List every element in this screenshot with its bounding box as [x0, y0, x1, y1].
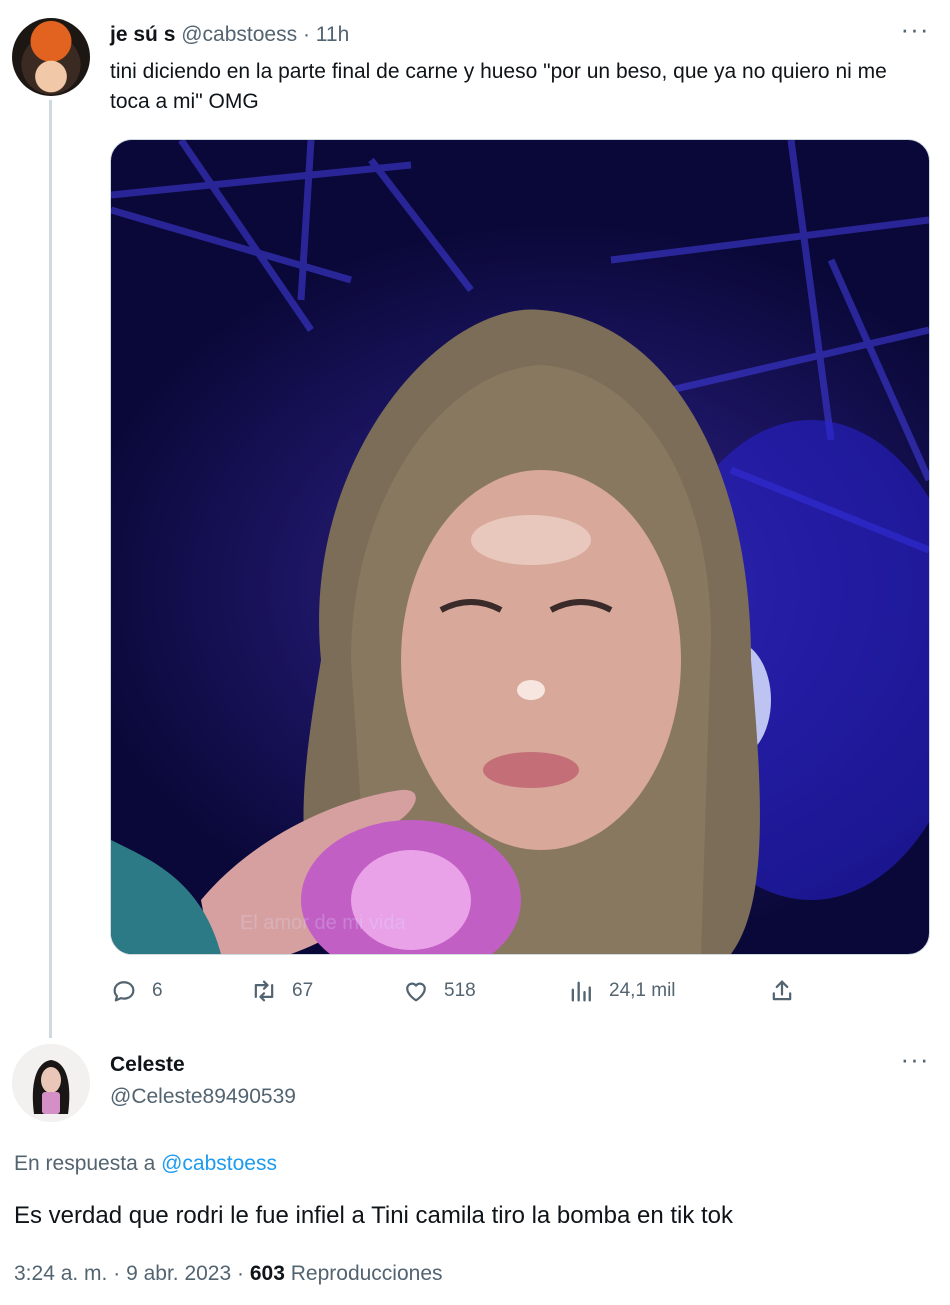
- tweet-time[interactable]: 3:24 a. m.: [14, 1262, 107, 1285]
- more-options-icon[interactable]: ···: [898, 1046, 932, 1078]
- heart-icon: [406, 982, 426, 1002]
- user-handle[interactable]: @cabstoess: [181, 23, 297, 46]
- reply-icon: [113, 981, 135, 1002]
- tweet-metadata: 3:24 a. m. · 9 abr. 2023 · 603 Reproducc…: [14, 1260, 443, 1288]
- separator-dot: ·: [302, 23, 310, 46]
- display-name[interactable]: Celeste: [110, 1051, 185, 1079]
- tweet-date[interactable]: 9 abr. 2023: [126, 1262, 231, 1285]
- thread-connector-line: [49, 100, 52, 1038]
- retweet-button[interactable]: 67: [250, 974, 313, 1008]
- tweet-header: je sú s @cabstoess · 11h: [110, 20, 349, 50]
- replying-to-label: En respuesta a: [14, 1152, 162, 1175]
- share-button[interactable]: [768, 974, 810, 1008]
- separator-dot: ·: [237, 1262, 245, 1285]
- retweet-count: 67: [292, 980, 314, 1001]
- more-options-icon[interactable]: ···: [898, 16, 932, 48]
- views-count[interactable]: 603: [250, 1262, 285, 1285]
- view-count: 24,1 mil: [609, 980, 676, 1001]
- reply-count: 6: [152, 980, 163, 1001]
- tweet-text: tini diciendo en la parte final de carne…: [110, 60, 887, 113]
- analytics-bars-icon: [571, 981, 591, 1002]
- tweet-timestamp[interactable]: 11h: [316, 23, 349, 46]
- tweet-text: Es verdad que rodri le fue infiel a Tini…: [14, 1202, 734, 1229]
- separator-dot: ·: [113, 1262, 121, 1285]
- user-handle[interactable]: @Celeste89490539: [110, 1083, 296, 1111]
- share-icon: [772, 980, 792, 1001]
- replying-to-line: En respuesta a @cabstoess: [14, 1150, 277, 1178]
- tweet-media-video[interactable]: [110, 139, 930, 955]
- views-label: Reproducciones: [290, 1262, 443, 1285]
- avatar[interactable]: [12, 18, 90, 96]
- video-watermark: El amor de mi vida: [240, 912, 406, 934]
- like-button[interactable]: 518: [402, 974, 476, 1008]
- views-button[interactable]: 24,1 mil: [567, 974, 676, 1008]
- display-name[interactable]: je sú s: [110, 23, 175, 46]
- replying-to-mention-link[interactable]: @cabstoess: [161, 1152, 277, 1175]
- reply-button[interactable]: 6: [110, 974, 163, 1008]
- avatar[interactable]: [12, 1044, 90, 1122]
- like-count: 518: [444, 980, 476, 1001]
- retweet-icon: [254, 980, 274, 1002]
- avatar-photo: [12, 1044, 90, 1122]
- concert-photo: [111, 140, 929, 954]
